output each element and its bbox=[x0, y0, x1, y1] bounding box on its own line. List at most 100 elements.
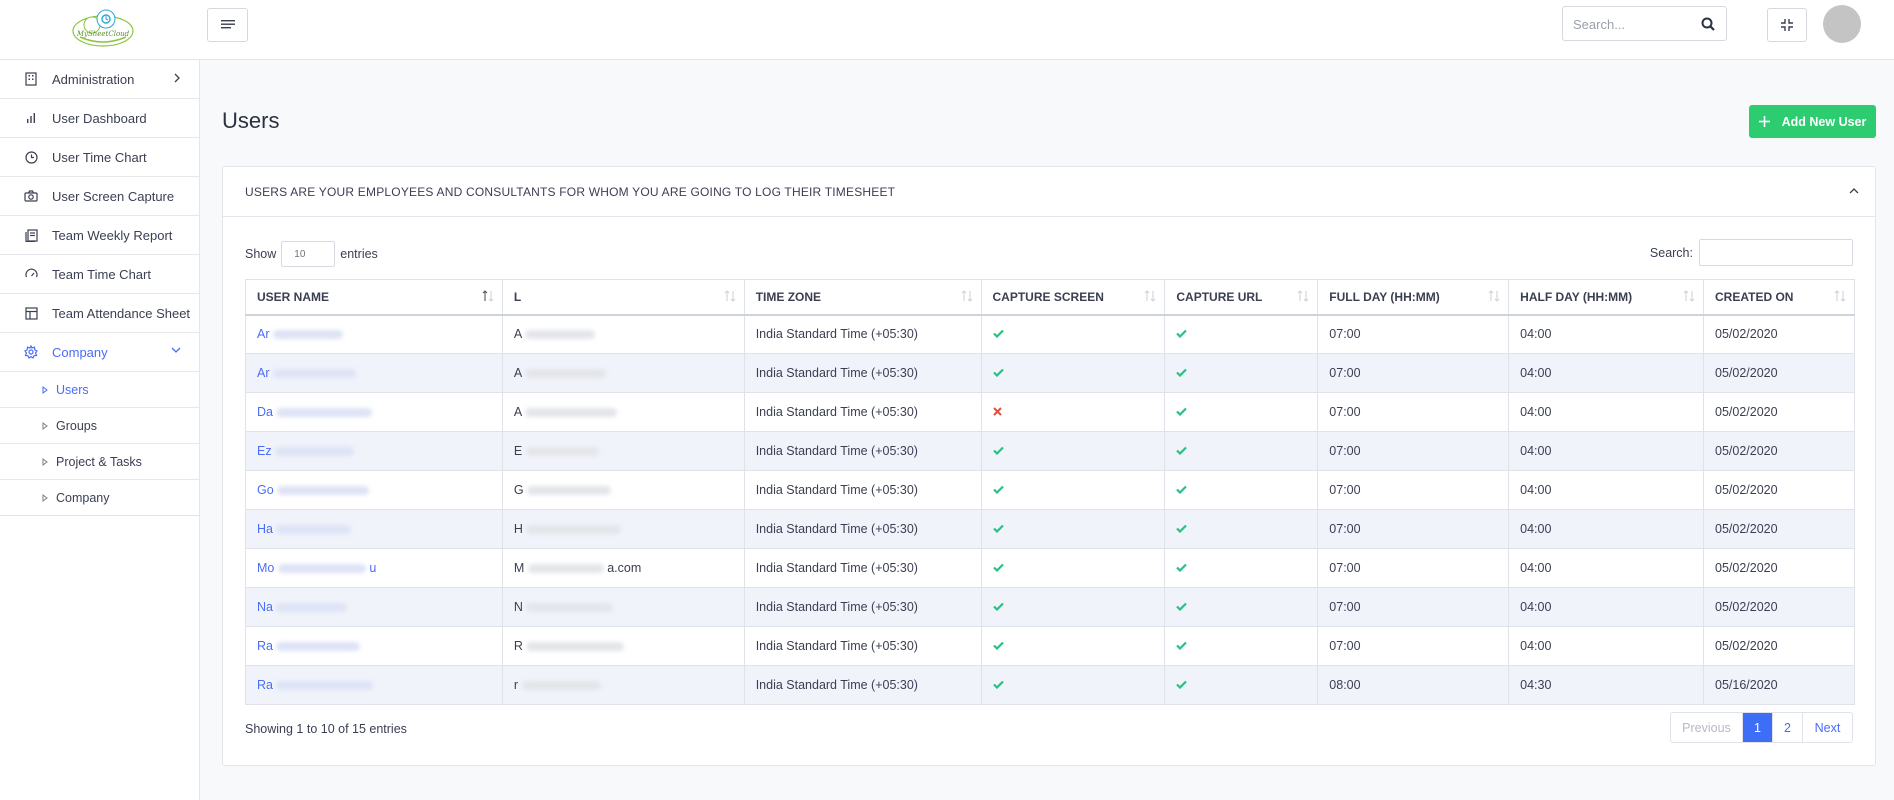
cell-time-zone: India Standard Time (+05:30) bbox=[743, 314, 982, 354]
cell-user-name[interactable]: Mo u bbox=[245, 548, 503, 588]
cell-user-name[interactable]: Ez bbox=[245, 431, 503, 471]
redacted-text bbox=[276, 642, 361, 652]
sidebar-item-team-attendance-sheet[interactable]: Team Attendance Sheet bbox=[0, 294, 199, 333]
card-header[interactable]: USERS ARE YOUR EMPLOYEES AND CONSULTANTS… bbox=[223, 167, 1875, 217]
sort-asc-icon bbox=[482, 290, 494, 302]
cell-created-on: 05/02/2020 bbox=[1703, 470, 1855, 510]
building-icon bbox=[24, 72, 38, 86]
sidebar-item-team-time-chart[interactable]: Team Time Chart bbox=[0, 255, 199, 294]
sidebar-subitem-project-tasks[interactable]: Project & Tasks bbox=[0, 444, 199, 480]
fullscreen-button[interactable] bbox=[1767, 8, 1807, 42]
gear-icon bbox=[24, 345, 38, 359]
cell-user-name[interactable]: Na bbox=[245, 587, 503, 627]
column-header-login[interactable]: L bbox=[501, 279, 745, 316]
check-icon bbox=[1176, 563, 1188, 572]
cell-half-day: 04:00 bbox=[1508, 392, 1705, 432]
check-icon bbox=[1176, 602, 1188, 611]
cell-login: M a.com bbox=[501, 548, 745, 588]
cell-created-on: 05/02/2020 bbox=[1703, 548, 1855, 588]
avatar[interactable] bbox=[1823, 5, 1861, 43]
cell-full-day: 07:00 bbox=[1317, 587, 1510, 627]
table-row: Mo uM a.com India Standard Time (+05:30) 0… bbox=[245, 548, 1855, 588]
entries-select[interactable]: 10 bbox=[281, 241, 336, 267]
sidebar-item-user-time-chart[interactable]: User Time Chart bbox=[0, 138, 199, 177]
pagination-next[interactable]: Next bbox=[1803, 713, 1852, 742]
table-row: Go G India Standard Time (+05:30) 07:00 04… bbox=[245, 470, 1855, 510]
cell-created-on: 05/02/2020 bbox=[1703, 353, 1855, 393]
column-header-created-on[interactable]: CREATED ON bbox=[1703, 279, 1855, 316]
redacted-text bbox=[524, 408, 617, 418]
pagination-page-2[interactable]: 2 bbox=[1773, 713, 1803, 742]
sidebar-subitem-groups[interactable]: Groups bbox=[0, 408, 199, 444]
chevron-up-icon[interactable] bbox=[1849, 187, 1859, 195]
check-icon bbox=[992, 368, 1004, 377]
length-prefix: Show bbox=[245, 247, 277, 261]
sidebar-item-user-dashboard[interactable]: User Dashboard bbox=[0, 99, 199, 138]
cell-half-day: 04:00 bbox=[1508, 548, 1705, 588]
table-filter: Search: bbox=[1650, 239, 1853, 266]
redacted-text bbox=[521, 681, 601, 691]
clock-icon bbox=[24, 150, 38, 164]
cell-created-on: 05/16/2020 bbox=[1703, 665, 1855, 705]
caret-right-icon bbox=[42, 493, 50, 503]
bar-chart-icon bbox=[24, 111, 38, 125]
sidebar-item-company[interactable]: Company bbox=[0, 333, 199, 372]
sidebar: Administration User Dashboard User Time … bbox=[0, 60, 200, 800]
cell-user-name[interactable]: Ra bbox=[245, 626, 503, 666]
sidebar-item-label: Team Attendance Sheet bbox=[52, 305, 191, 321]
cell-half-day: 04:00 bbox=[1508, 470, 1705, 510]
sidebar-item-label: User Time Chart bbox=[52, 149, 147, 165]
column-header-capture-url[interactable]: CAPTURE URL bbox=[1164, 279, 1319, 316]
column-header-half-day[interactable]: HALF DAY (HH:MM) bbox=[1508, 279, 1705, 316]
chevron-right-icon bbox=[174, 73, 180, 83]
redacted-text bbox=[276, 408, 373, 418]
pagination-previous[interactable]: Previous bbox=[1671, 713, 1743, 742]
column-header-user-name[interactable]: USER NAME bbox=[245, 279, 503, 316]
cell-user-name[interactable]: Ar bbox=[245, 314, 503, 354]
pagination-page-1[interactable]: 1 bbox=[1743, 713, 1773, 742]
cell-time-zone: India Standard Time (+05:30) bbox=[743, 353, 982, 393]
sidebar-item-administration[interactable]: Administration bbox=[0, 60, 199, 99]
column-header-full-day[interactable]: FULL DAY (HH:MM) bbox=[1317, 279, 1510, 316]
cell-time-zone: India Standard Time (+05:30) bbox=[743, 587, 982, 627]
cell-capture-screen bbox=[980, 665, 1166, 705]
cell-capture-url bbox=[1164, 431, 1319, 471]
svg-text:MySheetCloud: MySheetCloud bbox=[76, 30, 130, 38]
top-search-input[interactable] bbox=[1573, 15, 1693, 33]
search-icon[interactable] bbox=[1701, 17, 1715, 31]
cell-user-name[interactable]: Ar bbox=[245, 353, 503, 393]
cell-user-name[interactable]: Go bbox=[245, 470, 503, 510]
caret-right-icon bbox=[42, 421, 50, 431]
logo[interactable]: MySheetCloud bbox=[70, 7, 136, 51]
users-table: USER NAME L TIME ZONE CAPTURE SCREEN CAP… bbox=[245, 279, 1855, 705]
cell-capture-url bbox=[1164, 353, 1319, 393]
cell-login: A bbox=[501, 353, 745, 393]
column-header-time-zone[interactable]: TIME ZONE bbox=[743, 279, 982, 316]
cell-created-on: 05/02/2020 bbox=[1703, 314, 1855, 354]
sidebar-subitem-label: Project & Tasks bbox=[56, 454, 142, 469]
cell-created-on: 05/02/2020 bbox=[1703, 509, 1855, 549]
cell-capture-screen bbox=[980, 431, 1166, 471]
sidebar-item-team-weekly-report[interactable]: Team Weekly Report bbox=[0, 216, 199, 255]
column-header-capture-screen[interactable]: CAPTURE SCREEN bbox=[980, 279, 1166, 316]
redacted-text bbox=[524, 330, 595, 340]
cell-user-name[interactable]: Ra bbox=[245, 665, 503, 705]
cell-capture-url bbox=[1164, 509, 1319, 549]
cell-time-zone: India Standard Time (+05:30) bbox=[743, 392, 982, 432]
cell-capture-url bbox=[1164, 392, 1319, 432]
cell-capture-screen bbox=[980, 509, 1166, 549]
cell-user-name[interactable]: Ha bbox=[245, 509, 503, 549]
cell-login: r bbox=[501, 665, 745, 705]
sidebar-subitem-company[interactable]: Company bbox=[0, 480, 199, 516]
cell-half-day: 04:00 bbox=[1508, 626, 1705, 666]
cell-capture-url bbox=[1164, 548, 1319, 588]
menu-toggle-button[interactable] bbox=[207, 8, 248, 42]
check-icon bbox=[992, 329, 1004, 339]
cell-user-name[interactable]: Da bbox=[245, 392, 503, 432]
sidebar-subitem-users[interactable]: Users bbox=[0, 372, 199, 408]
add-new-user-button[interactable]: Add New User bbox=[1749, 105, 1876, 138]
table-search-input[interactable] bbox=[1699, 239, 1853, 266]
cell-capture-screen bbox=[980, 353, 1166, 393]
sidebar-item-user-screen-capture[interactable]: User Screen Capture bbox=[0, 177, 199, 216]
cell-created-on: 05/02/2020 bbox=[1703, 392, 1855, 432]
